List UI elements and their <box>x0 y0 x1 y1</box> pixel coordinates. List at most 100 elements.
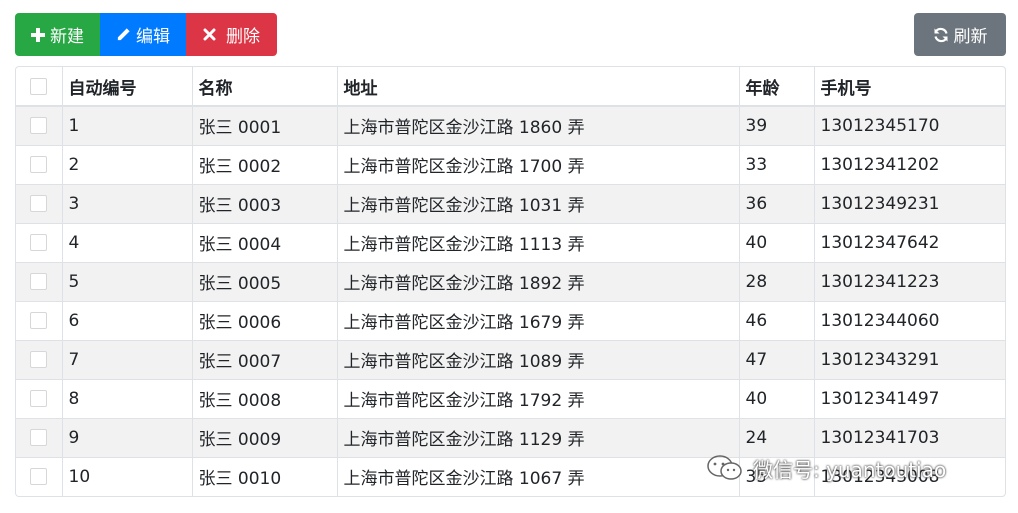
cell-phone: 13012347642 <box>813 222 1005 262</box>
cell-id: 5 <box>61 261 192 301</box>
row-checkbox[interactable] <box>30 312 48 329</box>
table-body: 1 张三 0001 上海市普陀区金沙江路 1860 弄 39 13012345170 2 张… <box>16 106 1005 496</box>
row-checkbox[interactable] <box>30 195 48 212</box>
cell-name: 张三 0004 <box>191 222 337 262</box>
row-select-cell <box>16 339 62 379</box>
table-header-row: 自动编号 名称 地址 年龄 手机号 <box>16 67 1005 107</box>
cell-name: 张三 0008 <box>191 378 337 418</box>
cell-age: 35 <box>738 456 814 496</box>
cell-name: 张三 0002 <box>191 144 337 184</box>
row-checkbox[interactable] <box>30 117 48 135</box>
row-checkbox[interactable] <box>30 273 48 290</box>
column-header-phone[interactable]: 手机号 <box>813 67 1005 107</box>
row-select-cell <box>16 456 62 496</box>
cell-id: 1 <box>61 106 192 145</box>
cell-address: 上海市普陀区金沙江路 1700 弄 <box>336 144 739 184</box>
cell-address: 上海市普陀区金沙江路 1129 弄 <box>336 417 739 457</box>
cell-phone: 13012343291 <box>813 339 1005 379</box>
delete-button[interactable]: 删除 <box>186 13 277 56</box>
row-checkbox[interactable] <box>30 351 48 368</box>
cell-age: 46 <box>738 300 814 340</box>
cell-name: 张三 0003 <box>191 183 337 223</box>
table-row[interactable]: 8 张三 0008 上海市普陀区金沙江路 1792 弄 40 13012341497 <box>16 378 1005 418</box>
cell-address: 上海市普陀区金沙江路 1113 弄 <box>336 222 739 262</box>
new-button-label: 新建 <box>50 27 84 47</box>
cell-age: 39 <box>738 106 814 145</box>
data-table-container: 自动编号 名称 地址 年龄 手机号 1 张三 0001 上海市普陀区金沙江路 186… <box>15 66 1006 497</box>
cell-id: 6 <box>61 300 192 340</box>
cell-id: 8 <box>61 378 192 418</box>
table-row[interactable]: 5 张三 0005 上海市普陀区金沙江路 1892 弄 28 13012341223 <box>16 261 1005 301</box>
cell-address: 上海市普陀区金沙江路 1792 弄 <box>336 378 739 418</box>
toolbar: 新建 编辑 删除 刷新 <box>15 13 1006 56</box>
cell-address: 上海市普陀区金沙江路 1892 弄 <box>336 261 739 301</box>
table-row[interactable]: 6 张三 0006 上海市普陀区金沙江路 1679 弄 46 13012344060 <box>16 300 1005 340</box>
column-header-name[interactable]: 名称 <box>191 67 337 107</box>
row-checkbox[interactable] <box>30 468 48 486</box>
cell-phone: 13012341497 <box>813 378 1005 418</box>
cell-name: 张三 0005 <box>191 261 337 301</box>
select-all-checkbox[interactable] <box>30 77 48 95</box>
delete-button-label: 删除 <box>226 27 260 47</box>
row-select-cell <box>16 417 62 457</box>
cell-phone: 13012345170 <box>813 106 1005 145</box>
refresh-button[interactable]: 刷新 <box>914 13 1006 56</box>
row-checkbox[interactable] <box>30 156 48 173</box>
cell-name: 张三 0006 <box>191 300 337 340</box>
table-row[interactable]: 3 张三 0003 上海市普陀区金沙江路 1031 弄 36 13012349231 <box>16 183 1005 223</box>
cell-age: 40 <box>738 222 814 262</box>
cell-id: 4 <box>61 222 192 262</box>
column-header-address[interactable]: 地址 <box>336 67 739 107</box>
cell-age: 28 <box>738 261 814 301</box>
row-checkbox[interactable] <box>30 390 48 407</box>
data-table: 自动编号 名称 地址 年龄 手机号 1 张三 0001 上海市普陀区金沙江路 186… <box>16 67 1005 496</box>
row-checkbox[interactable] <box>30 234 48 251</box>
row-select-cell <box>16 183 62 223</box>
pencil-icon <box>117 28 130 41</box>
cell-phone: 13012341202 <box>813 144 1005 184</box>
cell-phone: 13012341223 <box>813 261 1005 301</box>
row-select-cell <box>16 144 62 184</box>
cell-id: 10 <box>61 456 192 496</box>
cell-phone: 13012349231 <box>813 183 1005 223</box>
cell-phone: 13012343008 <box>813 456 1005 496</box>
edit-button-label: 编辑 <box>136 27 170 47</box>
row-select-cell <box>16 300 62 340</box>
refresh-icon <box>933 27 948 42</box>
cell-address: 上海市普陀区金沙江路 1031 弄 <box>336 183 739 223</box>
row-select-cell <box>16 106 62 145</box>
table-row[interactable]: 4 张三 0004 上海市普陀区金沙江路 1113 弄 40 13012347642 <box>16 222 1005 262</box>
cell-age: 24 <box>738 417 814 457</box>
cell-address: 上海市普陀区金沙江路 1679 弄 <box>336 300 739 340</box>
refresh-button-label: 刷新 <box>953 27 988 47</box>
row-select-cell <box>16 261 62 301</box>
cell-age: 40 <box>738 378 814 418</box>
cell-name: 张三 0009 <box>191 417 337 457</box>
table-row[interactable]: 10 张三 0010 上海市普陀区金沙江路 1067 弄 35 13012343008 <box>16 456 1005 496</box>
row-checkbox[interactable] <box>30 429 48 446</box>
close-icon <box>203 28 216 41</box>
new-button[interactable]: 新建 <box>15 13 100 56</box>
table-row[interactable]: 2 张三 0002 上海市普陀区金沙江路 1700 弄 33 13012341202 <box>16 144 1005 184</box>
table-row[interactable]: 9 张三 0009 上海市普陀区金沙江路 1129 弄 24 13012341703 <box>16 417 1005 457</box>
cell-phone: 13012341703 <box>813 417 1005 457</box>
row-select-cell <box>16 378 62 418</box>
cell-name: 张三 0010 <box>191 456 337 496</box>
cell-address: 上海市普陀区金沙江路 1089 弄 <box>336 339 739 379</box>
cell-phone: 13012344060 <box>813 300 1005 340</box>
action-button-group: 新建 编辑 删除 <box>15 13 277 56</box>
table-row[interactable]: 7 张三 0007 上海市普陀区金沙江路 1089 弄 47 13012343291 <box>16 339 1005 379</box>
cell-name: 张三 0001 <box>191 106 337 145</box>
edit-button[interactable]: 编辑 <box>100 13 186 56</box>
cell-name: 张三 0007 <box>191 339 337 379</box>
column-header-id[interactable]: 自动编号 <box>61 67 192 107</box>
cell-id: 9 <box>61 417 192 457</box>
plus-icon <box>31 27 45 42</box>
cell-id: 2 <box>61 144 192 184</box>
column-header-age[interactable]: 年龄 <box>738 67 814 107</box>
table-row[interactable]: 1 张三 0001 上海市普陀区金沙江路 1860 弄 39 13012345170 <box>16 106 1005 145</box>
cell-age: 33 <box>738 144 814 184</box>
select-all-header <box>16 67 62 107</box>
cell-id: 3 <box>61 183 192 223</box>
cell-address: 上海市普陀区金沙江路 1860 弄 <box>336 106 739 145</box>
